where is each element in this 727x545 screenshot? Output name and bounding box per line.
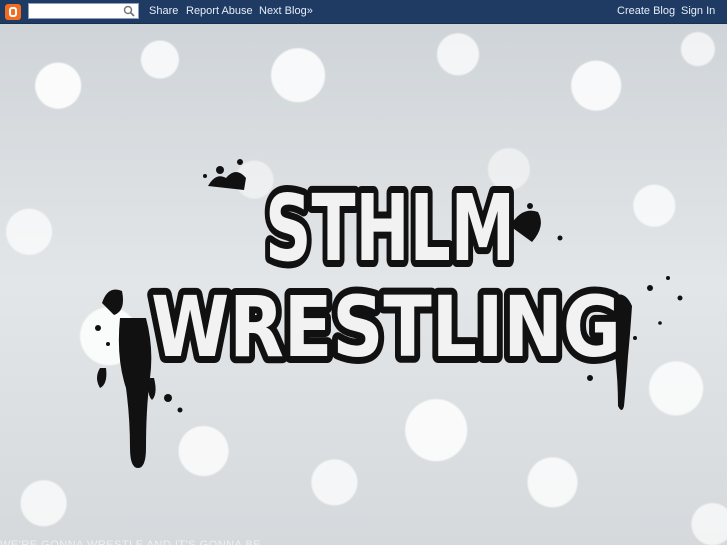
create-blog-link[interactable]: Create Blog	[617, 5, 675, 17]
blogger-logo-icon[interactable]	[5, 4, 21, 20]
search-box	[28, 3, 139, 19]
report-abuse-link[interactable]: Report Abuse	[186, 5, 253, 17]
share-link[interactable]: Share	[149, 5, 178, 17]
logo-line2: WRESTLING	[151, 278, 621, 376]
blogger-navbar: Share Report Abuse Next Blog» Create Blo…	[0, 0, 727, 24]
next-blog-link[interactable]: Next Blog»	[259, 5, 313, 17]
sign-in-link[interactable]: Sign In	[681, 5, 715, 17]
blog-description: WE'RE GONNA WRESTLE AND IT'S GONNA BE	[0, 539, 262, 545]
logo-line1: STHLM	[265, 175, 515, 282]
blog-logo[interactable]: STHLM STHLM WRESTLING WRESTLING	[90, 148, 700, 498]
search-input[interactable]	[29, 4, 129, 18]
blog-header: STHLM STHLM WRESTLING WRESTLING	[0, 23, 727, 545]
search-icon[interactable]	[123, 5, 135, 17]
